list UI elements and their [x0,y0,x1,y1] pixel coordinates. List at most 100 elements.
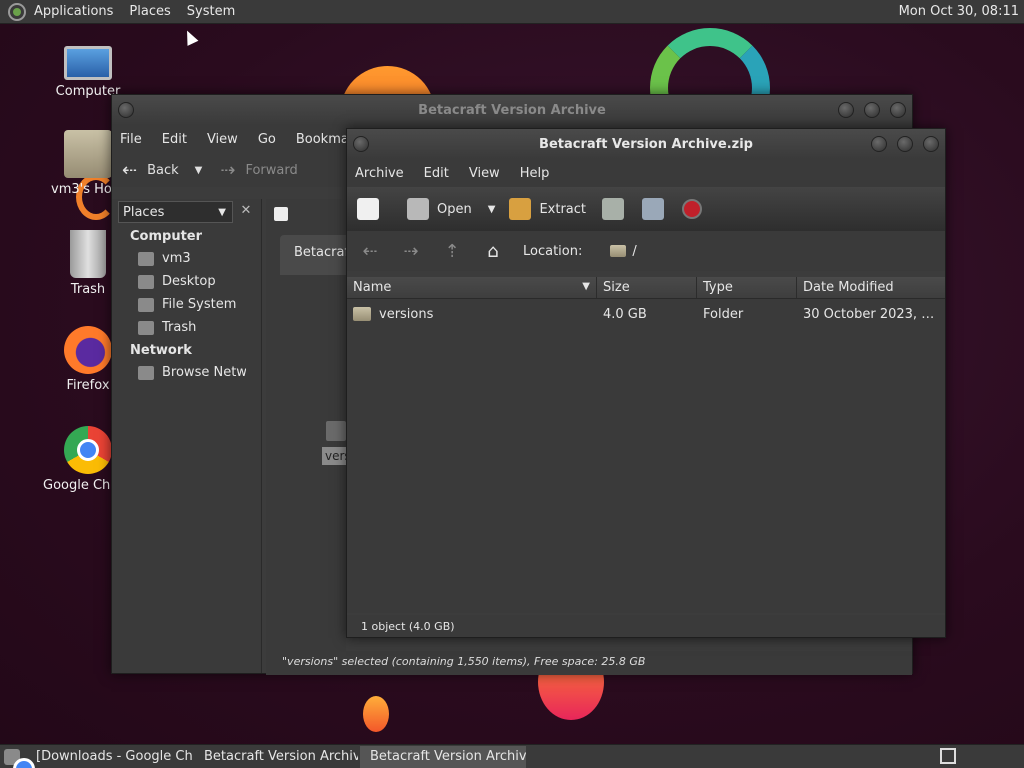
location-path[interactable]: / [632,244,636,259]
taskbar-item-file-manager[interactable]: Betacraft Version Archive [194,746,358,768]
workspace-switcher-icon[interactable] [940,748,956,764]
add-folder-icon[interactable] [642,198,664,220]
wallpaper-orb [363,696,389,732]
taskbar-item-chrome[interactable]: [Downloads - Google Chrome] [26,746,192,768]
trash-icon [138,320,154,335]
sidebar-item-browse-network[interactable]: Browse Network [112,361,261,384]
chrome-icon [64,426,112,474]
titlebar[interactable]: Betacraft Version Archive [112,95,912,125]
cell-type: Folder [703,306,744,322]
forward-arrow-icon[interactable]: ⇢ [400,241,422,262]
desktop-icon-label: Google Chrome [43,478,113,493]
home-folder-icon [138,251,154,266]
file-list: Name ▼ Size Type Date Modified versions … [347,277,945,613]
file-name: versions [379,306,434,322]
back-dropdown-icon[interactable]: ▼ [195,165,203,176]
archive-toolbar: Open ▼ Extract [347,187,945,231]
column-header-date[interactable]: Date Modified [797,277,943,298]
file-list-header: Name ▼ Size Type Date Modified [347,277,945,299]
menu-places[interactable]: Places [129,4,170,19]
column-header-type[interactable]: Type [697,277,797,298]
menu-go[interactable]: Go [258,132,276,147]
firefox-icon [64,326,112,374]
sidebar-item-label: Trash [162,320,197,335]
taskbar-item-label: Betacraft Version Archive.zip [370,749,526,764]
desktop-icon-label: Firefox [66,378,110,393]
taskbar: [Downloads - Google Chrome] Betacraft Ve… [0,744,1024,768]
minimize-button[interactable] [871,136,887,152]
home-icon[interactable]: ⌂ [482,241,504,262]
cell-size: 4.0 GB [603,306,647,322]
up-arrow-icon[interactable]: ⇡ [441,241,463,262]
menu-archive[interactable]: Archive [355,166,404,181]
sidebar-item-label: Desktop [162,274,216,289]
location-bar [266,199,346,229]
menu-edit[interactable]: Edit [424,166,449,181]
menu-view[interactable]: View [469,166,500,181]
window-title: Betacraft Version Archive.zip [539,136,753,152]
menu-view[interactable]: View [207,132,238,147]
minimize-button[interactable] [838,102,854,118]
forward-arrow-icon: ⇢ [220,159,236,181]
desktop-icon-computer[interactable]: Computer [43,46,133,99]
trash-icon [70,230,106,278]
taskbar-item-label: [Downloads - Google Chrome] [36,749,192,764]
drive-icon [138,297,154,312]
extract-icon[interactable] [509,198,532,220]
menu-system[interactable]: System [187,4,235,19]
back-button[interactable]: Back [147,163,179,178]
window-menu-icon[interactable] [118,102,134,118]
desktop-icon-label: vm3's Home [51,182,111,197]
taskbar-item-archive-manager[interactable]: Betacraft Version Archive.zip [360,745,526,768]
sidebar-item-file-system[interactable]: File System [112,293,261,316]
sidebar-select-label: Places [123,204,165,220]
sidebar-item-vm3[interactable]: vm3 [112,247,261,270]
table-row[interactable]: versions 4.0 GB Folder 30 October 2023, … [347,299,945,329]
top-panel: Applications Places System Mon Oct 30, 0… [0,0,1024,24]
close-icon[interactable]: ✕ [237,203,255,221]
breadcrumb[interactable]: Betacraft [280,235,346,275]
column-header-size[interactable]: Size [597,277,697,298]
close-button[interactable] [923,136,939,152]
titlebar[interactable]: Betacraft Version Archive.zip [347,129,945,159]
folder-icon[interactable] [326,421,346,441]
menu-file[interactable]: File [120,132,142,147]
back-arrow-icon[interactable]: ⇠ [359,241,381,262]
sidebar-item-trash[interactable]: Trash [112,316,261,339]
window-menu-icon[interactable] [353,136,369,152]
archive-manager-window: Betacraft Version Archive.zip Archive Ed… [346,128,946,638]
stop-icon[interactable] [682,199,702,219]
sidebar-item-label: vm3 [162,251,191,266]
open-icon[interactable] [407,198,429,220]
maximize-button[interactable] [897,136,913,152]
sidebar-item-desktop[interactable]: Desktop [112,270,261,293]
back-arrow-icon: ⇠ [122,159,138,181]
sidebar-item-label: Browse Network [162,365,246,380]
selected-item-label[interactable]: versions [322,447,346,465]
menu-help[interactable]: Help [520,166,550,181]
cell-name: versions [347,307,597,322]
chevron-down-icon: ▼ [218,206,226,218]
edit-location-icon[interactable] [274,207,288,221]
menu-edit[interactable]: Edit [162,132,187,147]
menu-applications[interactable]: Applications [34,4,113,19]
status-bar: 1 object (4.0 GB) [347,615,945,637]
mate-logo-icon[interactable] [8,2,26,21]
open-button[interactable]: Open [437,202,472,217]
extract-button[interactable]: Extract [539,202,586,217]
close-button[interactable] [890,102,906,118]
add-files-icon[interactable] [602,198,624,220]
content-area: Betacraft versions [266,199,346,673]
new-archive-icon[interactable] [357,198,379,220]
maximize-button[interactable] [864,102,880,118]
home-folder-icon [64,130,112,178]
taskbar-item-label: Betacraft Version Archive [204,749,358,764]
column-header-name[interactable]: Name ▼ [347,277,597,298]
sidebar-type-select[interactable]: Places ▼ [118,201,233,223]
forward-button[interactable]: Forward [245,163,297,178]
clock[interactable]: Mon Oct 30, 08:11 [899,4,1019,19]
network-icon [138,365,154,380]
open-dropdown-icon[interactable]: ▼ [488,204,496,215]
cell-date: 30 October 2023, 08:11 [803,306,943,322]
status-bar: "versions" selected (containing 1,550 it… [266,651,912,675]
